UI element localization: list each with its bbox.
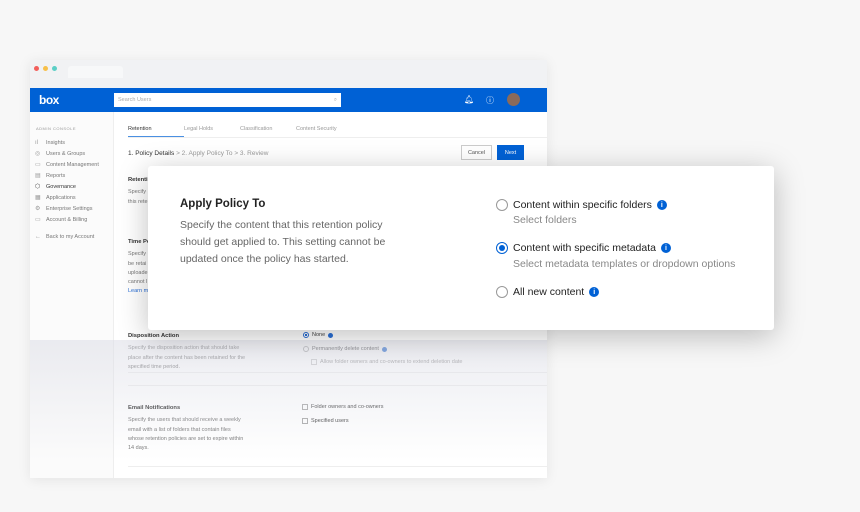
back-to-account-link[interactable]: ← Back to my Account <box>35 231 113 242</box>
info-icon[interactable] <box>381 346 387 352</box>
sidebar-item-applications[interactable]: ▦ Applications <box>35 192 113 203</box>
option-subtext: Select folders <box>513 214 577 226</box>
specified-users-checkbox[interactable]: Specified users <box>302 418 349 424</box>
sidebar-item-governance[interactable]: ⬡ Governance <box>35 181 113 192</box>
sidebar-item-account-billing[interactable]: ▭ Account & Billing <box>35 214 113 225</box>
search-icon: ⌕ <box>333 97 337 103</box>
allow-extend-checkbox[interactable]: Allow folder owners and co-owners to ext… <box>311 359 462 365</box>
bar-chart-icon: ıl <box>35 139 38 146</box>
card-title: Apply Policy To <box>180 198 266 210</box>
step-policy-details: 1. Policy Details <box>128 150 175 157</box>
gear-icon: ⚙ <box>35 206 41 212</box>
tab-content-security[interactable]: Content Security <box>296 126 352 137</box>
search-users-input[interactable]: Search Users ⌕ <box>114 93 341 107</box>
folder-icon: ▭ <box>35 162 41 168</box>
step-apply-policy-to: 2. Apply Policy To <box>181 150 233 157</box>
sidebar-item-users-groups[interactable]: ◎ Users & Groups <box>35 148 113 159</box>
radio-button-selected[interactable] <box>496 242 508 254</box>
bell-icon[interactable]: 🔔︎ <box>464 95 474 104</box>
info-icon[interactable]: i <box>661 243 671 253</box>
tab-bar: Retention Legal Holds Classification Con… <box>128 126 547 138</box>
minimize-dot[interactable] <box>43 66 48 71</box>
avatar[interactable] <box>507 93 520 106</box>
cancel-button[interactable]: Cancel <box>461 145 492 160</box>
sidebar-item-reports[interactable]: ▤ Reports <box>35 170 113 181</box>
card-description: Specify the content that this retention … <box>180 219 386 265</box>
sidebar-item-enterprise-settings[interactable]: ⚙ Enterprise Settings <box>35 203 113 214</box>
sidebar-item-insights[interactable]: ıl Insights <box>35 137 113 148</box>
tab-classification[interactable]: Classification <box>240 126 296 137</box>
info-icon[interactable]: i <box>589 287 600 297</box>
folder-owners-checkbox[interactable]: Folder owners and co-owners <box>302 404 383 410</box>
credit-card-icon: ▭ <box>35 217 41 223</box>
sidebar: ADMIN CONSOLE ıl Insights ◎ Users & Groups… <box>30 112 114 478</box>
tab-retention[interactable]: Retention <box>128 126 184 137</box>
sidebar-item-content-management[interactable]: ▭ Content Management <box>35 159 113 170</box>
browser-chrome <box>30 60 547 88</box>
maximize-dot[interactable] <box>52 66 57 71</box>
help-icon[interactable]: ⓘ <box>486 95 494 106</box>
arrow-left-icon: ← <box>35 233 41 240</box>
divider <box>128 466 547 467</box>
top-bar: box Search Users ⌕ 🔔︎ ⓘ <box>30 88 547 112</box>
sidebar-heading: ADMIN CONSOLE <box>36 126 77 131</box>
info-icon[interactable]: i <box>656 200 667 210</box>
radio-button[interactable] <box>496 286 508 298</box>
shield-icon: ⬡ <box>35 184 41 190</box>
option-specific-metadata[interactable]: Content with specific metadata i <box>496 242 671 254</box>
divider <box>128 385 547 386</box>
user-circle-icon: ◎ <box>35 151 41 157</box>
radio-button[interactable] <box>496 199 508 211</box>
disposition-none-radio[interactable]: None <box>303 332 334 338</box>
disposition-delete-radio[interactable]: Permanently delete content <box>303 346 387 352</box>
browser-tab[interactable] <box>68 66 123 78</box>
option-subtext: Select metadata templates or dropdown op… <box>513 258 736 270</box>
option-all-new-content[interactable]: All new content i <box>496 286 600 298</box>
next-button[interactable]: Next <box>497 145 524 160</box>
close-dot[interactable] <box>34 66 39 71</box>
apply-policy-card: Apply Policy To Specify the content that… <box>148 166 774 330</box>
step-review: 3. Review <box>239 150 269 157</box>
tab-legal-holds[interactable]: Legal Holds <box>184 126 240 137</box>
grid-icon: ▦ <box>35 195 41 201</box>
report-icon: ▤ <box>35 173 41 179</box>
breadcrumb: 1. Policy Details > 2. Apply Policy To >… <box>128 150 269 157</box>
info-icon[interactable] <box>328 332 334 338</box>
box-logo: box <box>39 93 59 107</box>
disposition-section: Disposition Action Specify the dispositio… <box>128 333 246 370</box>
option-specific-folders[interactable]: Content within specific folders i <box>496 199 667 211</box>
email-section: Email Notifications Specify the users tha… <box>128 405 244 452</box>
